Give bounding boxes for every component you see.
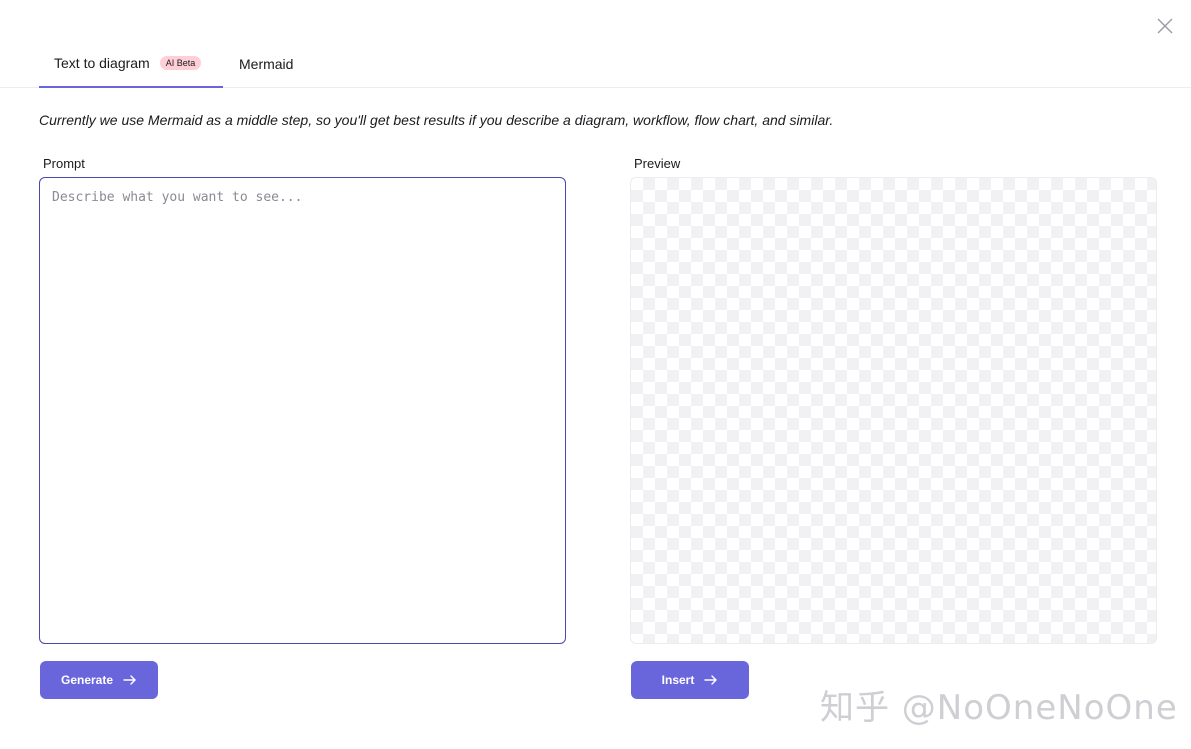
watermark: 知乎 @NoOneNoOne <box>820 688 1178 728</box>
generate-button[interactable]: Generate <box>40 661 158 699</box>
tab-mermaid-label: Mermaid <box>239 55 294 72</box>
preview-label: Preview <box>634 156 681 171</box>
tab-text-to-diagram[interactable]: Text to diagram AI Beta <box>39 40 223 88</box>
ai-beta-badge: AI Beta <box>159 56 202 70</box>
arrow-right-icon <box>704 675 718 685</box>
tab-bar: Text to diagram AI Beta Mermaid <box>0 40 1191 88</box>
tab-text-to-diagram-label: Text to diagram <box>54 55 150 71</box>
preview-canvas <box>630 177 1157 644</box>
generate-button-label: Generate <box>60 673 114 687</box>
description-text: Currently we use Mermaid as a middle ste… <box>39 112 834 128</box>
arrow-right-icon <box>123 675 136 685</box>
insert-button[interactable]: Insert <box>631 661 749 699</box>
insert-button-label: Insert <box>661 673 695 687</box>
tab-mermaid[interactable]: Mermaid <box>239 40 293 87</box>
prompt-label: Prompt <box>43 156 85 171</box>
close-button[interactable] <box>1153 14 1177 38</box>
prompt-input[interactable] <box>39 177 566 644</box>
close-icon <box>1157 18 1173 34</box>
text-to-diagram-dialog: Text to diagram AI Beta Mermaid Currentl… <box>0 0 1191 749</box>
